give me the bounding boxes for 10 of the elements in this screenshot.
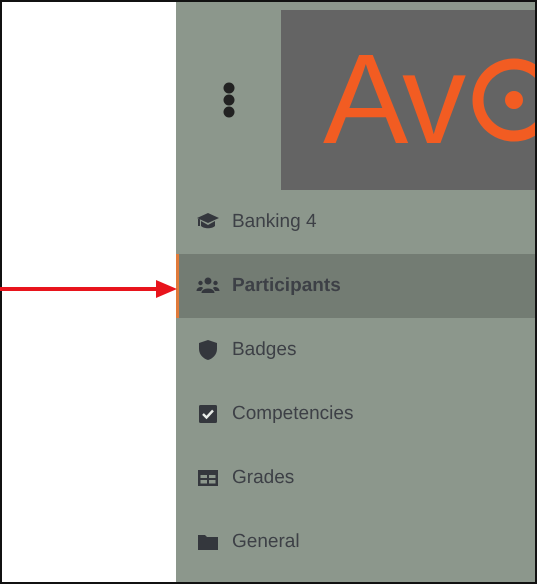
nav-item[interactable]: Participants	[176, 254, 535, 318]
shield-icon	[196, 338, 220, 362]
nav-item[interactable]: Grades	[176, 446, 535, 510]
checkbox-icon	[196, 402, 220, 426]
logo-text: Av	[323, 36, 462, 164]
nav-item[interactable]: Banking 4	[176, 190, 535, 254]
more-menu-icon[interactable]	[222, 82, 236, 118]
nav-item[interactable]: Badges	[176, 318, 535, 382]
nav-item[interactable]: General	[176, 510, 535, 574]
nav-item[interactable]: Competencies	[176, 382, 535, 446]
